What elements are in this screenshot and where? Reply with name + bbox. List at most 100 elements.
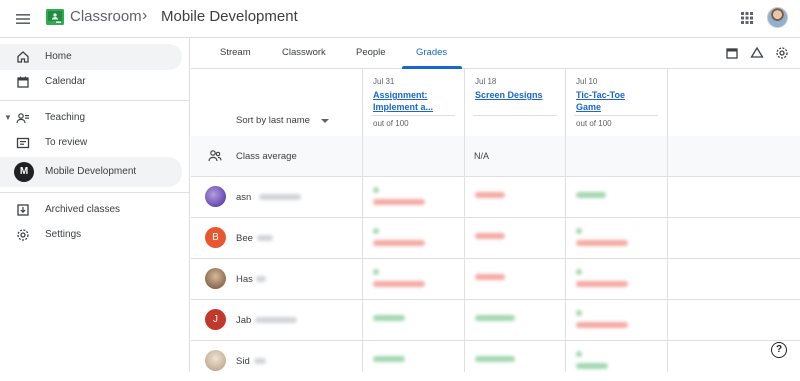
blurred-grade[interactable] bbox=[373, 187, 379, 193]
account-avatar[interactable] bbox=[767, 7, 788, 28]
blurred-grade[interactable] bbox=[576, 363, 608, 369]
blurred-grade[interactable] bbox=[576, 322, 628, 328]
column-date: Jul 31 bbox=[373, 77, 395, 86]
blurred-grade[interactable] bbox=[475, 356, 515, 362]
class-average-label: Class average bbox=[236, 151, 297, 162]
expand-caret-icon[interactable]: ▼ bbox=[4, 113, 12, 122]
calendar-icon bbox=[16, 75, 30, 89]
blurred-name bbox=[257, 235, 273, 241]
top-app-bar: Classroom › Mobile Development bbox=[0, 0, 800, 38]
table-row[interactable]: B Bee bbox=[191, 218, 800, 258]
assignment-link[interactable]: Screen Designs bbox=[475, 89, 563, 101]
people-icon bbox=[207, 148, 223, 164]
tab-people[interactable]: People bbox=[356, 47, 386, 58]
column-date: Jul 18 bbox=[475, 77, 497, 86]
tab-classwork[interactable]: Classwork bbox=[282, 47, 326, 58]
settings-icon bbox=[16, 228, 30, 242]
table-row[interactable]: asn bbox=[191, 177, 800, 217]
table-row[interactable]: Sid bbox=[191, 341, 800, 381]
sidebar-item-label: To review bbox=[45, 137, 88, 148]
header-divider bbox=[371, 115, 455, 116]
sort-dropdown[interactable]: Sort by last name bbox=[236, 115, 310, 126]
blurred-grade[interactable] bbox=[576, 192, 606, 198]
column-divider bbox=[362, 136, 363, 176]
sidebar-item-label: Home bbox=[45, 51, 72, 62]
student-name[interactable]: Sid bbox=[236, 356, 250, 367]
sidebar: Home Calendar ▼ Teaching To review M Mob… bbox=[0, 38, 190, 372]
blurred-grade[interactable] bbox=[576, 351, 582, 357]
blurred-grade[interactable] bbox=[475, 315, 515, 321]
blurred-grade[interactable] bbox=[373, 199, 425, 205]
column-divider bbox=[565, 136, 566, 176]
blurred-grade[interactable] bbox=[475, 233, 505, 239]
help-button[interactable]: ? bbox=[771, 342, 787, 358]
chevron-down-icon[interactable] bbox=[321, 119, 329, 123]
student-name[interactable]: Bee bbox=[236, 233, 253, 244]
review-icon bbox=[16, 136, 30, 150]
table-row[interactable]: J Jab bbox=[191, 300, 800, 340]
blurred-grade[interactable] bbox=[373, 315, 405, 321]
sidebar-item-settings[interactable]: Settings bbox=[0, 222, 182, 248]
class-tabs: Stream Classwork People Grades bbox=[191, 38, 800, 69]
student-name[interactable]: Has bbox=[236, 274, 253, 285]
column-header-assignment: Jul 31 Assignment: Implement a... bbox=[373, 77, 461, 113]
student-avatar: B bbox=[205, 227, 226, 248]
sidebar-divider bbox=[0, 100, 190, 101]
blurred-grade[interactable] bbox=[576, 228, 582, 234]
classroom-logo-icon[interactable] bbox=[46, 9, 64, 25]
column-out-of: out of 100 bbox=[373, 119, 409, 128]
drive-icon[interactable] bbox=[750, 46, 764, 60]
sidebar-item-label: Settings bbox=[45, 229, 82, 240]
class-badge: M bbox=[14, 162, 34, 182]
sidebar-item-calendar[interactable]: Calendar bbox=[0, 69, 182, 95]
blurred-grade[interactable] bbox=[475, 274, 505, 280]
student-name[interactable]: asn bbox=[236, 192, 251, 203]
student-avatar: J bbox=[205, 309, 226, 330]
blurred-grade[interactable] bbox=[373, 356, 405, 362]
tab-stream[interactable]: Stream bbox=[220, 47, 251, 58]
column-out-of: out of 100 bbox=[576, 119, 612, 128]
assignment-link[interactable]: Assignment: Implement a... bbox=[373, 89, 461, 113]
blurred-grade[interactable] bbox=[576, 281, 628, 287]
teaching-icon bbox=[16, 111, 30, 125]
class-title[interactable]: Mobile Development bbox=[161, 8, 298, 25]
column-divider bbox=[464, 136, 465, 176]
assignment-link[interactable]: Tic-Tac-Toe Game bbox=[576, 89, 664, 113]
home-icon bbox=[16, 50, 30, 64]
sidebar-item-label: Mobile Development bbox=[45, 166, 137, 177]
class-average-row: Class average N/A bbox=[191, 136, 800, 176]
blurred-grade[interactable] bbox=[576, 310, 582, 316]
sidebar-item-home[interactable]: Home bbox=[0, 44, 182, 70]
column-header-tic-tac-toe: Jul 10 Tic-Tac-Toe Game bbox=[576, 77, 664, 113]
grades-table: Sort by last name Jul 31 Assignment: Impl… bbox=[191, 69, 800, 372]
gear-icon[interactable] bbox=[775, 46, 789, 60]
app-title[interactable]: Classroom bbox=[70, 8, 142, 25]
blurred-name bbox=[256, 276, 266, 282]
apps-grid-icon[interactable] bbox=[738, 9, 756, 27]
blurred-grade[interactable] bbox=[373, 240, 425, 246]
tab-grades[interactable]: Grades bbox=[416, 47, 447, 58]
blurred-grade[interactable] bbox=[373, 281, 425, 287]
student-name[interactable]: Jab bbox=[236, 315, 251, 326]
blurred-grade[interactable] bbox=[373, 228, 379, 234]
table-row[interactable]: Has bbox=[191, 259, 800, 299]
blurred-grade[interactable] bbox=[576, 240, 628, 246]
sidebar-item-mobile-development[interactable]: M Mobile Development bbox=[0, 157, 182, 187]
blurred-grade[interactable] bbox=[475, 192, 505, 198]
sidebar-item-label: Teaching bbox=[45, 112, 86, 123]
calendar-icon[interactable] bbox=[725, 46, 739, 60]
student-avatar bbox=[205, 186, 226, 207]
blurred-grade[interactable] bbox=[576, 269, 582, 275]
blurred-grade[interactable] bbox=[373, 269, 379, 275]
column-header-screen-designs: Jul 18 Screen Designs bbox=[475, 77, 563, 101]
main-menu-icon[interactable] bbox=[12, 8, 34, 30]
sidebar-divider bbox=[0, 192, 190, 193]
sidebar-item-to-review[interactable]: To review bbox=[0, 130, 182, 156]
sidebar-item-teaching[interactable]: ▼ Teaching bbox=[0, 105, 182, 131]
sidebar-item-label: Calendar bbox=[45, 76, 86, 87]
header-divider bbox=[473, 115, 557, 116]
class-average-value: N/A bbox=[474, 151, 490, 161]
sidebar-item-archived-classes[interactable]: Archived classes bbox=[0, 197, 182, 223]
archive-icon bbox=[16, 203, 30, 217]
header-divider bbox=[574, 115, 658, 116]
